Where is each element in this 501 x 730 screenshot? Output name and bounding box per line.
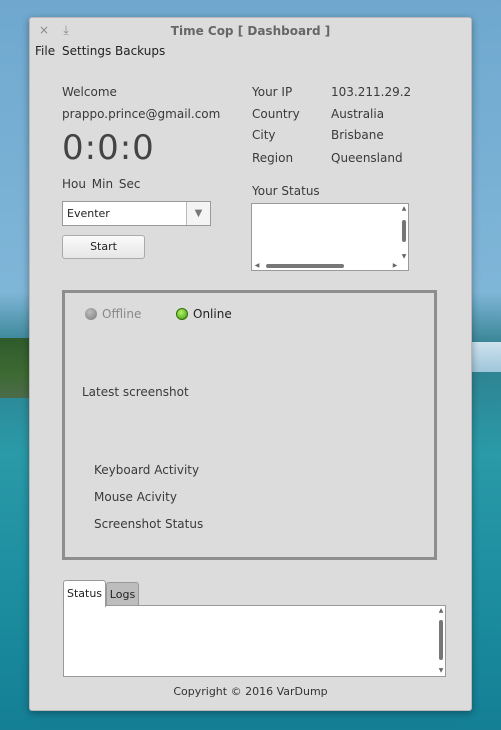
scroll-thumb[interactable] — [439, 620, 443, 660]
offline-radio-icon — [85, 308, 97, 320]
scroll-down-icon[interactable]: ▼ — [437, 667, 445, 675]
scroll-up-icon[interactable]: ▲ — [437, 607, 445, 615]
tab-status[interactable]: Status — [63, 580, 106, 607]
scroll-down-icon[interactable]: ▼ — [400, 253, 408, 261]
status-log-textarea[interactable]: ▲ ▼ — [63, 605, 446, 677]
chevron-down-icon[interactable]: ▼ — [186, 202, 210, 225]
menu-backups[interactable]: Backups — [115, 44, 165, 58]
start-button[interactable]: Start — [62, 235, 145, 259]
screenshot-status-label: Screenshot Status — [94, 517, 204, 531]
city-label: City — [252, 128, 276, 142]
title-bar: × ⤓ Time Cop [ Dashboard ] — [30, 18, 471, 44]
country-label: Country — [252, 107, 300, 121]
ip-label: Your IP — [252, 85, 293, 99]
background-shore-right — [471, 342, 501, 372]
menu-bar: File Settings Backups — [30, 44, 471, 62]
your-status-textarea[interactable]: ▲ ▼ ◀ ▶ — [251, 203, 409, 271]
project-select-value: Eventer — [67, 207, 110, 220]
country-value: Australia — [331, 107, 385, 121]
scroll-left-icon[interactable]: ◀ — [253, 262, 261, 270]
scroll-up-icon[interactable]: ▲ — [400, 205, 408, 213]
online-label: Online — [193, 307, 232, 321]
region-value: Queensland — [331, 151, 403, 165]
app-window: × ⤓ Time Cop [ Dashboard ] File Settings… — [29, 17, 472, 711]
timer-units-label: Hou Min Sec — [62, 177, 141, 191]
city-value: Brisbane — [331, 128, 384, 142]
copyright-footer: Copyright © 2016 VarDump — [173, 685, 328, 698]
welcome-label: Welcome — [62, 85, 117, 99]
menu-settings[interactable]: Settings — [62, 44, 111, 58]
menu-file[interactable]: File — [35, 44, 55, 58]
tab-logs[interactable]: Logs — [106, 582, 139, 606]
user-email: prappo.prince@gmail.com — [62, 107, 221, 121]
window-title: Time Cop [ Dashboard ] — [170, 24, 331, 38]
online-radio-icon — [176, 308, 188, 320]
scroll-thumb-horizontal[interactable] — [266, 264, 344, 268]
your-status-label: Your Status — [252, 184, 320, 198]
ip-value: 103.211.29.2 — [331, 85, 412, 99]
latest-screenshot-label: Latest screenshot — [82, 385, 189, 399]
log-vscrollbar[interactable]: ▲ ▼ — [437, 606, 445, 676]
scroll-right-icon[interactable]: ▶ — [391, 262, 399, 270]
scroll-thumb[interactable] — [402, 220, 406, 242]
activity-panel: Offline Online Latest screenshot Keyboar… — [62, 290, 437, 560]
offline-label: Offline — [102, 307, 142, 321]
status-vscrollbar[interactable]: ▲ ▼ — [400, 204, 408, 262]
mouse-activity-label: Mouse Acivity — [94, 490, 177, 504]
timer-display: 0:0:0 — [62, 128, 155, 168]
region-label: Region — [252, 151, 294, 165]
status-hscrollbar[interactable]: ◀ ▶ — [252, 262, 400, 270]
project-select[interactable]: Eventer ▼ — [62, 201, 211, 226]
keyboard-activity-label: Keyboard Activity — [94, 463, 200, 477]
